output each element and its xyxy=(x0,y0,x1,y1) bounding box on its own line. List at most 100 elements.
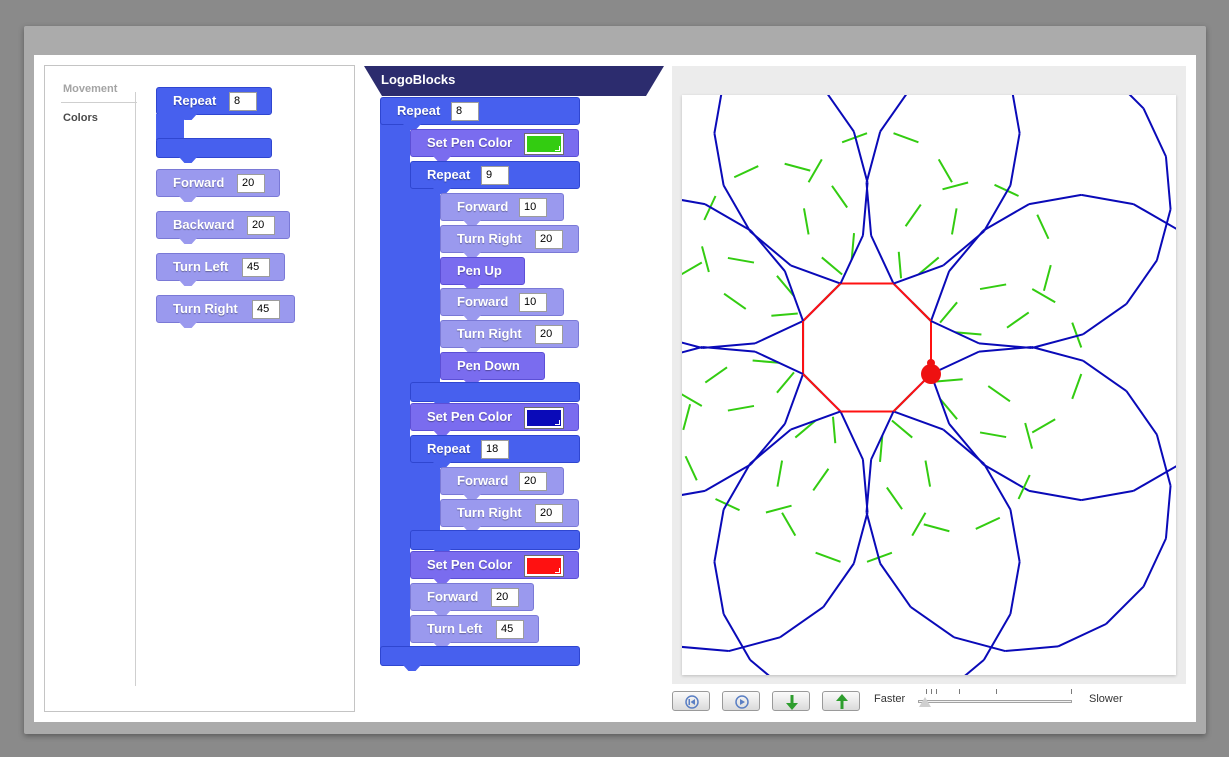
pen-color-swatch-green[interactable] xyxy=(524,133,564,155)
turn-left-input[interactable]: 45 xyxy=(496,620,524,639)
circle-stroke xyxy=(930,320,980,345)
turn-left-45-block[interactable]: Turn Left 45 xyxy=(410,615,539,643)
dash-stroke xyxy=(794,419,817,439)
turn-right-input[interactable]: 20 xyxy=(535,504,563,523)
category-colors[interactable]: Colors xyxy=(61,109,137,131)
circle-stroke xyxy=(713,561,725,615)
step-up-button[interactable] xyxy=(822,691,860,711)
dash-stroke xyxy=(802,208,810,235)
block-palette: Movement Colors xyxy=(44,65,355,712)
octagon-stroke xyxy=(802,282,842,322)
palette-backward-input[interactable]: 20 xyxy=(247,216,275,235)
category-movement[interactable]: Movement xyxy=(61,80,137,103)
step-down-button[interactable] xyxy=(772,691,810,711)
forward-input[interactable]: 10 xyxy=(519,198,547,217)
speed-tick xyxy=(936,689,937,694)
dash-stroke xyxy=(781,512,797,537)
speed-slider-track[interactable] xyxy=(918,700,1072,703)
palette-turn-right-label: Turn Right xyxy=(173,301,238,316)
palette-forward-block[interactable]: Forward 20 xyxy=(156,169,280,197)
palette-repeat-input[interactable]: 8 xyxy=(229,92,257,111)
circle-stroke xyxy=(822,562,855,608)
pen-color-swatch-red[interactable] xyxy=(524,555,564,577)
outer-repeat-input[interactable]: 8 xyxy=(451,102,479,121)
repeat-18-input[interactable]: 18 xyxy=(481,440,509,459)
turtle-head-icon xyxy=(927,359,935,367)
repeat-18-block[interactable]: Repeat 18 xyxy=(410,435,580,463)
dash-stroke xyxy=(917,256,940,276)
palette-repeat-head[interactable]: Repeat 8 xyxy=(156,87,272,115)
circle-stroke xyxy=(1057,623,1107,648)
speed-tick xyxy=(931,689,932,694)
palette-backward-block[interactable]: Backward 20 xyxy=(156,211,290,239)
outer-repeat-label: Repeat xyxy=(397,103,441,118)
outer-repeat-block[interactable]: Repeat 8 xyxy=(380,97,580,125)
dash-stroke xyxy=(701,246,710,273)
repeat-9-input[interactable]: 9 xyxy=(481,166,509,185)
rewind-icon xyxy=(685,695,699,709)
circle-stroke xyxy=(722,613,751,661)
forward-10-block-a[interactable]: Forward 10 xyxy=(440,193,564,221)
circle-stroke xyxy=(1081,193,1134,206)
forward-label: Forward xyxy=(457,199,509,214)
play-button[interactable] xyxy=(722,691,760,711)
speed-tick xyxy=(996,689,997,694)
pen-up-block[interactable]: Pen Up xyxy=(440,257,525,285)
turn-left-label: Turn Left xyxy=(427,621,483,636)
circle-stroke xyxy=(754,350,804,375)
palette-turn-right-input[interactable]: 45 xyxy=(252,300,280,319)
dash-stroke xyxy=(950,208,958,235)
circle-stroke xyxy=(749,428,792,465)
circle-stroke xyxy=(728,636,781,653)
circle-stroke xyxy=(1105,585,1145,625)
reset-button[interactable] xyxy=(672,691,710,711)
turn-right-20-block-b[interactable]: Turn Right 20 xyxy=(440,320,579,348)
speed-slider-thumb[interactable] xyxy=(919,697,931,707)
dash-stroke xyxy=(1024,422,1034,449)
dash-stroke xyxy=(891,419,913,439)
turn-right-input[interactable]: 20 xyxy=(535,325,563,344)
set-pen-color-blue[interactable]: Set Pen Color xyxy=(410,403,579,431)
pen-color-swatch-blue[interactable] xyxy=(524,407,564,429)
circle-stroke xyxy=(779,606,824,639)
forward-10-block-b[interactable]: Forward 10 xyxy=(440,288,564,316)
dash-stroke xyxy=(733,165,759,179)
set-pen-color-green[interactable]: Set Pen Color xyxy=(410,129,579,157)
palette-forward-input[interactable]: 20 xyxy=(237,174,265,193)
forward-20-block[interactable]: Forward 20 xyxy=(440,467,564,495)
palette-turn-right-block[interactable]: Turn Right 45 xyxy=(156,295,295,323)
dash-stroke xyxy=(936,378,963,383)
forward-label: Forward xyxy=(457,294,509,309)
repeat-9-block[interactable]: Repeat 9 xyxy=(410,161,580,189)
dash-stroke xyxy=(923,523,950,533)
turn-right-input[interactable]: 20 xyxy=(535,230,563,249)
circle-stroke xyxy=(1009,561,1021,615)
set-pen-color-red[interactable]: Set Pen Color xyxy=(410,551,579,579)
palette-turn-left-block[interactable]: Turn Left 45 xyxy=(156,253,285,281)
circle-stroke xyxy=(713,509,725,562)
circle-stroke xyxy=(750,229,786,272)
forward-20-block-final[interactable]: Forward 20 xyxy=(410,583,534,611)
circle-stroke xyxy=(822,87,855,133)
turn-right-20-block-c[interactable]: Turn Right 20 xyxy=(440,499,579,527)
forward-input[interactable]: 10 xyxy=(519,293,547,312)
category-divider xyxy=(135,92,136,686)
forward-input[interactable]: 20 xyxy=(519,472,547,491)
circle-stroke xyxy=(870,235,895,284)
circle-stroke xyxy=(982,203,1030,232)
dash-stroke xyxy=(937,158,953,183)
forward-label: Forward xyxy=(457,473,509,488)
pen-down-block[interactable]: Pen Down xyxy=(440,352,545,380)
arrow-up-icon xyxy=(836,694,848,709)
dash-stroke xyxy=(924,460,932,487)
circle-stroke xyxy=(1164,485,1172,539)
palette-turn-left-input[interactable]: 45 xyxy=(242,258,270,277)
forward-input[interactable]: 20 xyxy=(491,588,519,607)
circle-stroke xyxy=(942,428,985,465)
dash-stroke xyxy=(975,516,1001,530)
play-icon xyxy=(735,695,749,709)
dash-stroke xyxy=(815,551,841,563)
dash-stroke xyxy=(678,391,703,407)
dash-stroke xyxy=(776,460,784,487)
turn-right-20-block-a[interactable]: Turn Right 20 xyxy=(440,225,579,253)
